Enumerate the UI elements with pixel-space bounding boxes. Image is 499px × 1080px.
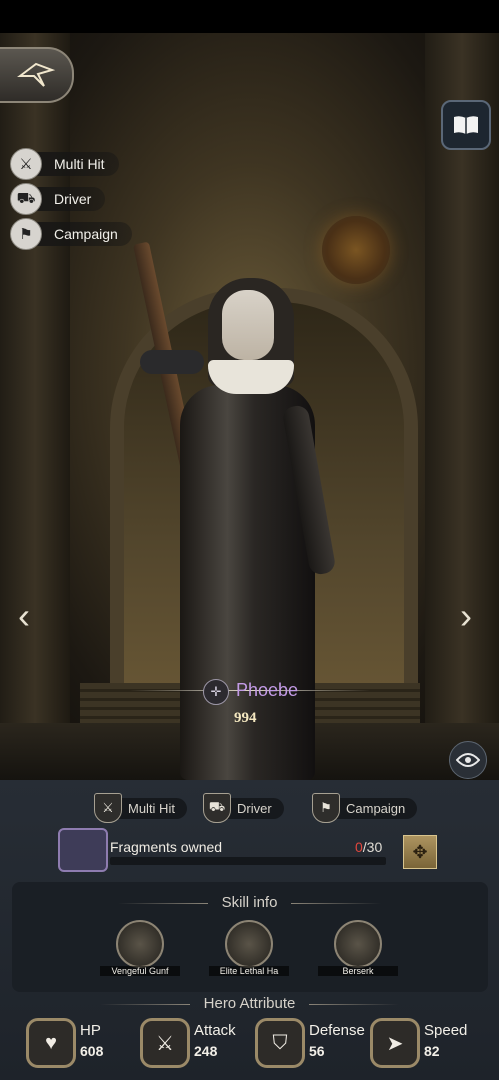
character-gun-drum <box>140 350 204 374</box>
tag-label: Multi Hit <box>36 152 119 176</box>
skill-info-title: Skill info <box>0 894 499 911</box>
next-hero-arrow[interactable]: › <box>460 596 472 636</box>
attr-hp: ♥ HP 608 <box>26 1018 103 1068</box>
attr-name: Defense <box>309 1022 365 1039</box>
gun-skill-icon <box>116 920 164 968</box>
attr-defense: ⛉ Defense 56 <box>255 1018 365 1068</box>
fragments-label: Fragments owned <box>110 839 223 855</box>
attr-value: 608 <box>80 1043 104 1059</box>
skill-name: Berserk <box>318 966 398 976</box>
chip-multi-hit[interactable]: ⚔ Multi Hit <box>94 793 187 823</box>
attr-name: Speed <box>424 1022 468 1039</box>
flag-icon: ⚑ <box>312 793 340 823</box>
hero-name: Phoebe <box>236 680 299 700</box>
attr-value: 248 <box>194 1043 218 1059</box>
crossbow-icon: ✛ <box>203 679 229 705</box>
prev-hero-arrow[interactable]: ‹ <box>18 596 30 636</box>
attr-speed: ➤ Speed 82 <box>370 1018 467 1068</box>
vehicle-icon: ⛟ <box>10 183 42 215</box>
hero-attribute-title-text: Hero Attribute <box>203 995 296 1012</box>
back-emblem-button[interactable] <box>0 47 74 103</box>
left-pillar <box>0 33 70 780</box>
heart-icon: ♥ <box>26 1018 76 1068</box>
flag-icon: ⚑ <box>10 218 42 250</box>
chip-label: Campaign <box>336 797 418 819</box>
crossbow-emblem-icon <box>17 62 56 87</box>
attr-value: 56 <box>309 1043 325 1059</box>
hero-power: 994 <box>234 710 257 726</box>
sword-hit-icon: ⚔ <box>10 148 42 180</box>
codex-button[interactable] <box>441 100 491 150</box>
skill-vengeful-gunfire[interactable]: Vengeful Gunf <box>100 920 180 976</box>
character-collar <box>208 360 294 394</box>
tag-campaign[interactable]: ⚑ Campaign <box>10 218 132 250</box>
skill-elite-lethal[interactable]: Elite Lethal Ha <box>209 920 289 976</box>
elite-skill-icon <box>225 920 273 968</box>
book-icon <box>454 116 478 134</box>
tag-multi-hit[interactable]: ⚔ Multi Hit <box>10 148 119 180</box>
skill-berserk[interactable]: Berserk <box>318 920 398 976</box>
attr-attack: ⚔ Attack 248 <box>140 1018 236 1068</box>
crossed-swords-icon: ⚔ <box>140 1018 190 1068</box>
fragment-portrait <box>58 828 108 872</box>
fragment-source-button[interactable]: ✥ <box>403 835 437 869</box>
sword-hit-icon: ⚔ <box>94 793 122 823</box>
shield-icon: ⛉ <box>255 1018 305 1068</box>
boot-icon: ➤ <box>370 1018 420 1068</box>
move-arrows-icon: ✥ <box>412 841 428 862</box>
attr-value: 82 <box>424 1043 440 1059</box>
chip-campaign[interactable]: ⚑ Campaign <box>312 793 418 823</box>
fragments-count: 0/30 <box>355 839 382 855</box>
fragments-progress-bar <box>110 857 386 865</box>
vehicle-icon: ⛟ <box>203 793 231 823</box>
chip-label: Driver <box>227 797 284 819</box>
tag-label: Campaign <box>36 222 132 246</box>
berserk-skill-icon <box>334 920 382 968</box>
eye-icon <box>456 753 480 767</box>
hero-attribute-title: Hero Attribute <box>0 995 499 1012</box>
skill-name: Vengeful Gunf <box>100 966 180 976</box>
fragments-owned: 0 <box>355 839 363 855</box>
chip-driver[interactable]: ⛟ Driver <box>203 793 284 823</box>
floating-orb <box>322 216 390 284</box>
skill-info-title-text: Skill info <box>221 894 278 911</box>
attr-name: HP <box>80 1022 101 1039</box>
skill-name: Elite Lethal Ha <box>209 966 289 976</box>
tag-driver[interactable]: ⛟ Driver <box>10 183 106 215</box>
character-head <box>222 290 274 360</box>
view-toggle-button[interactable] <box>449 741 487 779</box>
chip-label: Multi Hit <box>118 797 187 819</box>
fragments-required: /30 <box>362 839 383 855</box>
attr-name: Attack <box>194 1022 236 1039</box>
tag-label: Driver <box>36 187 106 211</box>
